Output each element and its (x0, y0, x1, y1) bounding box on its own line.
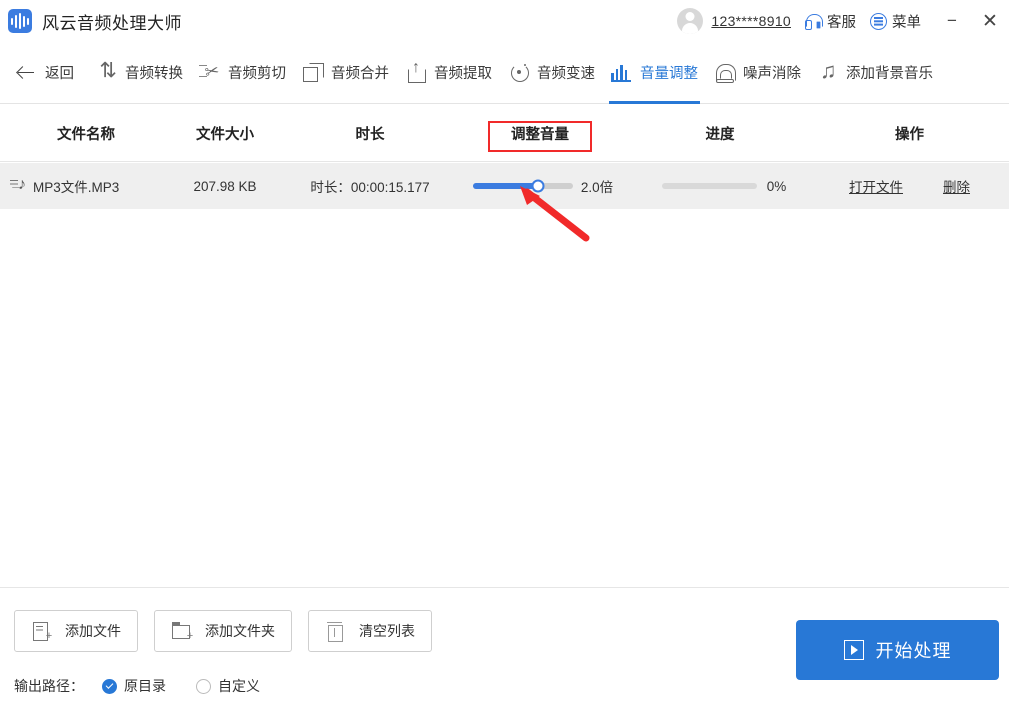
toolbar-item-volume-adjust[interactable]: 音量调整 (603, 42, 706, 104)
radio-original-label: 原目录 (124, 678, 166, 694)
titlebar-right-controls: 123****8910 客服 菜单 − ✕ (677, 0, 1009, 42)
progress-bar (661, 183, 757, 189)
app-window: 风云音频处理大师 123****8910 客服 菜单 − ✕ 返回 音频转换 (0, 0, 1009, 708)
extract-upload-icon (405, 59, 429, 84)
footer-divider (0, 587, 1009, 588)
toolbar-label-noise-removal: 噪声消除 (743, 66, 801, 82)
volume-bars-icon (611, 62, 635, 84)
cell-progress: 0% (630, 163, 810, 209)
column-header-duration: 时长 (355, 126, 385, 143)
toolbar-item-audio-merge[interactable]: 音频合并 (294, 42, 397, 104)
audio-file-icon (10, 176, 26, 195)
play-box-icon (843, 640, 864, 660)
active-tab-underline (609, 100, 700, 104)
add-file-icon: + (31, 621, 52, 642)
table-row[interactable]: MP3文件.MP3 207.98 KB 时长：00:00:15.177 2.0倍… (0, 163, 1009, 209)
back-arrow-icon (16, 62, 40, 84)
volume-slider-fill (472, 183, 538, 189)
clear-list-label: 清空列表 (359, 623, 415, 639)
minimize-button[interactable]: − (933, 0, 971, 42)
toolbar-label-audio-merge: 音频合并 (331, 66, 389, 82)
toolbar-label-audio-cut: 音频剪切 (228, 66, 286, 82)
toolbar-label-add-bgm: 添加背景音乐 (846, 66, 933, 82)
main-toolbar: 返回 音频转换 音频剪切 音频合并 音频提取 音频变速 音量调整 (0, 42, 1009, 104)
radio-original-directory[interactable]: 原目录 (102, 676, 166, 696)
toolbar-item-noise-removal[interactable]: 噪声消除 (706, 42, 809, 104)
cell-duration: 时长：00:00:15.177 (310, 180, 430, 195)
radio-original-indicator (102, 678, 117, 694)
progress-percent-label: 0% (766, 178, 787, 194)
footer-button-row: + 添加文件 + 添加文件夹 清空列表 (14, 610, 432, 652)
start-processing-label: 开始处理 (875, 641, 952, 661)
speed-circle-icon (508, 62, 532, 84)
cell-file-size: 207.98 KB (193, 178, 257, 194)
cell-actions: 打开文件 删除 (810, 163, 1009, 209)
column-header-size: 文件大小 (196, 126, 254, 143)
file-table-header: 文件名称 文件大小 时长 调整音量 进度 操作 (0, 105, 1009, 162)
add-folder-button[interactable]: + 添加文件夹 (154, 610, 292, 652)
cell-file-name: MP3文件.MP3 (0, 163, 172, 209)
convert-arrows-icon (96, 62, 120, 84)
start-processing-button[interactable]: 开始处理 (796, 620, 999, 680)
page-title: 风云音频处理大师 (42, 13, 182, 33)
column-header-action: 操作 (895, 126, 924, 143)
toolbar-label-audio-speed: 音频变速 (537, 66, 595, 82)
support-label: 客服 (827, 14, 856, 31)
column-header-volume: 调整音量 (511, 126, 569, 143)
music-note-icon (817, 58, 841, 84)
close-button[interactable]: ✕ (971, 0, 1009, 42)
file-name-text: MP3文件.MP3 (33, 180, 120, 195)
toolbar-item-back[interactable]: 返回 (8, 42, 88, 104)
radio-custom-label: 自定义 (218, 678, 260, 694)
clear-list-button[interactable]: 清空列表 (308, 610, 432, 652)
delete-link[interactable]: 删除 (943, 176, 970, 196)
volume-slider[interactable] (472, 179, 573, 193)
cell-volume: 2.0倍 (450, 163, 630, 209)
volume-slider-thumb[interactable] (531, 179, 545, 193)
add-file-button[interactable]: + 添加文件 (14, 610, 138, 652)
menu-button[interactable]: 菜单 (870, 11, 921, 32)
add-file-label: 添加文件 (65, 623, 121, 639)
toolbar-item-audio-cut[interactable]: 音频剪切 (191, 42, 294, 104)
volume-value-label: 2.0倍 (580, 180, 614, 195)
toolbar-label-audio-convert: 音频转换 (125, 66, 183, 82)
toolbar-label-back: 返回 (45, 66, 74, 82)
toolbar-item-audio-convert[interactable]: 音频转换 (88, 42, 191, 104)
menu-label: 菜单 (892, 14, 921, 31)
radio-custom-indicator (196, 678, 211, 694)
support-button[interactable]: 客服 (805, 11, 856, 32)
column-header-progress: 进度 (705, 126, 735, 143)
toolbar-label-volume-adjust: 音量调整 (640, 66, 698, 82)
toolbar-item-audio-extract[interactable]: 音频提取 (397, 42, 500, 104)
output-path-row: 输出路径： 原目录 自定义 (14, 676, 290, 696)
toolbar-item-add-bgm[interactable]: 添加背景音乐 (809, 42, 941, 104)
output-path-label: 输出路径： (14, 678, 84, 694)
radio-custom-directory[interactable]: 自定义 (196, 676, 260, 696)
open-file-link[interactable]: 打开文件 (849, 176, 903, 196)
merge-squares-icon (302, 62, 326, 84)
column-header-name: 文件名称 (57, 126, 115, 143)
avatar[interactable] (677, 8, 704, 34)
audio-wave-logo-icon (8, 9, 32, 33)
hamburger-circle-icon (870, 12, 887, 30)
account-link[interactable]: 123****8910 (711, 13, 791, 29)
toolbar-label-audio-extract: 音频提取 (434, 66, 492, 82)
trash-icon (325, 621, 345, 642)
add-folder-icon: + (171, 621, 193, 642)
title-bar: 风云音频处理大师 123****8910 客服 菜单 − ✕ (0, 0, 1009, 42)
scissors-icon (199, 62, 223, 84)
toolbar-item-audio-speed[interactable]: 音频变速 (500, 42, 603, 104)
headset-icon (805, 13, 823, 30)
add-folder-label: 添加文件夹 (205, 623, 275, 639)
noise-wave-icon (714, 62, 738, 84)
